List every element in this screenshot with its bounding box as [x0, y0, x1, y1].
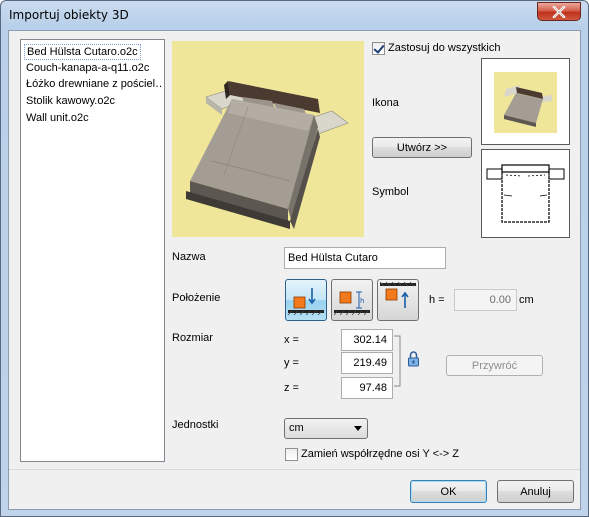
units-label: Jednostki — [172, 419, 219, 431]
footer-divider — [9, 469, 580, 470]
name-label: Nazwa — [172, 251, 206, 263]
symbol-label: Symbol — [372, 186, 409, 198]
object-3d-preview[interactable] — [172, 41, 364, 237]
position-height-button[interactable]: h — [331, 279, 373, 321]
units-selected-value: cm — [289, 422, 304, 434]
height-position-icon: h — [333, 291, 370, 316]
apply-all-checkbox[interactable] — [372, 42, 385, 55]
create-button[interactable]: Utwórz >> — [372, 137, 472, 158]
symbol-thumbnail[interactable] — [481, 149, 570, 238]
restore-button[interactable]: Przywróć — [446, 355, 543, 376]
bed-icon — [494, 72, 557, 133]
object-file-list[interactable]: Bed Hülsta Cutaro.o2c Couch-kanapa-a-q11… — [20, 39, 165, 462]
size-label: Rozmiar — [172, 332, 213, 344]
h-label: h = — [429, 294, 445, 306]
h-unit-label: cm — [519, 294, 534, 306]
list-item[interactable]: Wall unit.o2c — [24, 111, 91, 127]
name-input[interactable]: Bed Hülsta Cutaro — [284, 247, 446, 269]
size-x-input[interactable]: 302.14 — [341, 329, 393, 351]
y-label: y = — [284, 357, 299, 369]
bed-symbol-icon — [486, 164, 565, 223]
h-input[interactable]: 0.00 — [454, 289, 517, 311]
title-bar[interactable]: Importuj obiekty 3D — [1, 1, 588, 29]
size-y-input[interactable]: 219.49 — [341, 352, 393, 374]
svg-text:h: h — [360, 297, 364, 305]
ok-button[interactable]: OK — [410, 480, 487, 503]
dialog-client-area: Bed Hülsta Cutaro.o2c Couch-kanapa-a-q11… — [8, 30, 581, 510]
swap-axes-label: Zamień współrzędne osi Y <-> Z — [301, 448, 459, 460]
size-z-input[interactable]: 97.48 — [341, 377, 393, 399]
cancel-button[interactable]: Anuluj — [497, 480, 574, 503]
lock-proportions-icon[interactable] — [407, 350, 420, 367]
bed-3d-render — [186, 81, 349, 229]
icon-label: Ikona — [372, 97, 399, 109]
ceiling-position-icon — [379, 281, 416, 308]
close-icon — [552, 5, 566, 18]
list-item[interactable]: Stolik kawowy.o2c — [24, 94, 117, 110]
close-button[interactable] — [537, 2, 581, 21]
chevron-down-icon — [354, 426, 362, 431]
apply-all-label: Zastosuj do wszystkich — [388, 42, 501, 54]
swap-axes-checkbox[interactable] — [285, 448, 298, 461]
window-title: Importuj obiekty 3D — [9, 8, 129, 22]
list-item[interactable]: Bed Hülsta Cutaro.o2c — [24, 44, 141, 60]
floor-position-icon — [287, 288, 324, 316]
position-label: Położenie — [172, 292, 221, 304]
import-3d-dialog: Importuj obiekty 3D Bed Hülsta Cutaro.o2… — [0, 0, 589, 517]
z-label: z = — [284, 382, 299, 394]
units-dropdown[interactable]: cm — [284, 418, 368, 439]
list-item[interactable]: Couch-kanapa-a-q11.o2c — [24, 61, 151, 77]
x-label: x = — [284, 334, 299, 346]
list-item[interactable]: Łóżko drewniane z pościel… — [24, 77, 163, 93]
position-ceiling-button[interactable] — [377, 279, 419, 321]
icon-thumbnail[interactable] — [481, 58, 570, 145]
position-floor-button[interactable] — [285, 279, 327, 321]
